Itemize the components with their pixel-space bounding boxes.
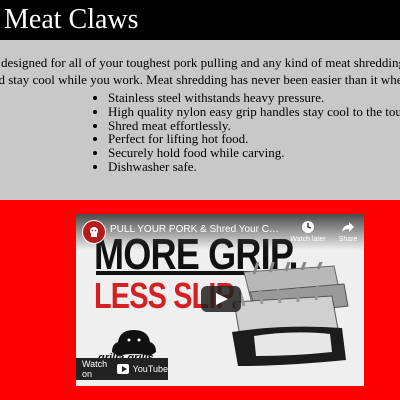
clock-icon (288, 220, 328, 234)
gorilla-avatar-icon[interactable] (82, 220, 106, 244)
feature-item: Stainless steel withstands heavy pressur… (108, 91, 400, 105)
feature-list: Stainless steel withstands heavy pressur… (90, 91, 400, 174)
play-icon (216, 293, 228, 305)
share-label: Share (338, 236, 358, 243)
youtube-label: YouTube (132, 364, 168, 374)
feature-item: High quality nylon easy grip handles sta… (108, 104, 400, 119)
watch-later-button[interactable]: Watch later (288, 220, 328, 243)
page-header: Meat Claws (0, 0, 400, 40)
watch-later-label: Watch later (290, 236, 326, 243)
share-icon (328, 220, 364, 234)
feature-item: Perfect for lifting hot food. (108, 132, 400, 146)
watch-on-label: Watch on (82, 359, 108, 379)
intro-line-2: nd stay cool while you work. Meat shredd… (0, 72, 400, 87)
product-description: e designed for all of your toughest pork… (0, 40, 400, 200)
feature-item: Shred meat effortlessly. (108, 118, 400, 133)
intro-line-1: e designed for all of your toughest pork… (0, 55, 400, 70)
page-title: Meat Claws (4, 4, 139, 35)
share-button[interactable]: Share (328, 220, 364, 243)
video-section: MORE GRIP. LESS SLIP. PULL YOUR PORK & S… (0, 200, 400, 400)
video-title[interactable]: PULL YOUR PORK & Shred Your Chicke... (110, 224, 280, 235)
play-button[interactable] (201, 286, 241, 312)
meat-claws-image (232, 262, 349, 366)
feature-item: Dishwasher safe. (108, 160, 400, 174)
watch-on-youtube-button[interactable]: Watch on YouTube (76, 358, 168, 380)
youtube-logo-icon (117, 364, 129, 374)
feature-item: Securely hold food while carving. (108, 146, 400, 160)
youtube-video-player[interactable]: MORE GRIP. LESS SLIP. PULL YOUR PORK & S… (76, 214, 364, 386)
